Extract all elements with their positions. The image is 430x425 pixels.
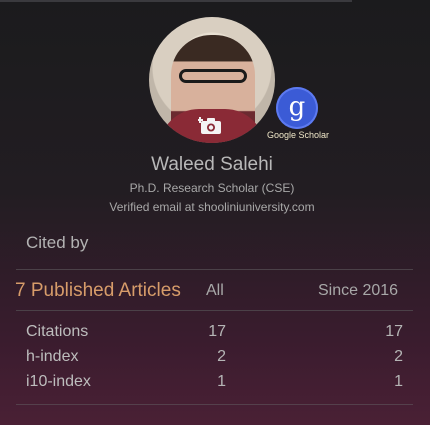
published-articles-link[interactable]: 7 Published Articles [15, 280, 181, 302]
row-label: h-index [26, 348, 79, 365]
table-row: i10-index 1 1 [0, 373, 430, 395]
profile-email: Verified email at shooliniuniversity.com [109, 200, 315, 214]
row-value-all: 2 [217, 348, 226, 365]
profile-name: Waleed Salehi [151, 154, 273, 175]
top-divider [0, 0, 352, 2]
divider [16, 404, 413, 405]
row-value-since: 17 [385, 323, 403, 340]
avatar-glasses [179, 69, 247, 83]
row-value-since: 1 [394, 373, 403, 390]
row-label: Citations [26, 323, 89, 340]
google-scholar-glyph: g [288, 92, 306, 122]
google-scholar-label[interactable]: Google Scholar [266, 130, 330, 140]
google-scholar-icon[interactable]: g [276, 87, 318, 129]
divider [16, 269, 413, 270]
row-label: i10-index [26, 373, 91, 390]
cited-by-heading: Cited by [26, 233, 89, 252]
divider [16, 310, 413, 311]
row-value-since: 2 [394, 348, 403, 365]
table-row: h-index 2 2 [0, 348, 430, 370]
table-row: Citations 17 17 [0, 323, 430, 345]
profile-role: Ph.D. Research Scholar (CSE) [129, 181, 295, 195]
column-header-since: Since 2016 [318, 282, 399, 299]
row-value-all: 1 [217, 373, 226, 390]
column-header-all: All [206, 282, 224, 299]
row-value-all: 17 [208, 323, 226, 340]
camera-plus-icon[interactable] [197, 115, 224, 137]
